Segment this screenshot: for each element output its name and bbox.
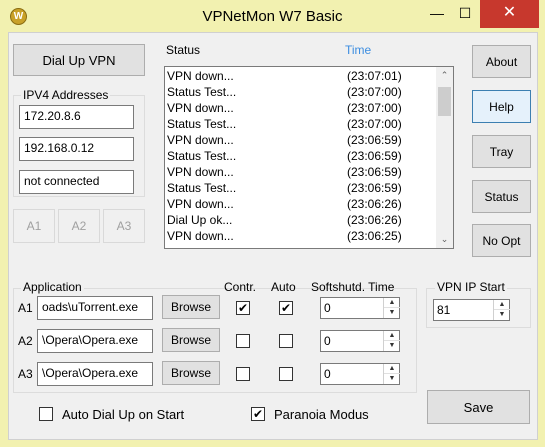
- status-log-list[interactable]: VPN down... (23:07:01) Status Test... (23:…: [164, 66, 454, 249]
- softshutd-time-spinner[interactable]: 0 ▲ ▼: [320, 363, 400, 385]
- title-bar: W VPNetMon W7 Basic — ☐ ✕: [0, 0, 545, 32]
- help-button[interactable]: Help: [472, 90, 531, 123]
- auto-header: Auto: [271, 280, 296, 294]
- about-button[interactable]: About: [472, 45, 531, 78]
- paranoia-label: Paranoia Modus: [274, 407, 369, 422]
- contr-checkbox[interactable]: [236, 367, 250, 381]
- spin-down-icon[interactable]: ▼: [384, 374, 400, 384]
- log-row: Status Test... (23:07:00): [167, 85, 402, 99]
- vpn-ip-start-spinner[interactable]: 81 ▲ ▼: [433, 299, 510, 321]
- softshutd-time-header: Softshutd. Time: [311, 280, 395, 294]
- dial-up-vpn-button[interactable]: Dial Up VPN: [13, 44, 145, 76]
- spin-up-icon[interactable]: ▲: [384, 364, 400, 374]
- scroll-thumb[interactable]: [438, 87, 451, 116]
- no-opt-button[interactable]: No Opt: [472, 224, 531, 257]
- maximize-button[interactable]: ☐: [451, 0, 479, 28]
- a1-button[interactable]: A1: [13, 209, 55, 243]
- status-button[interactable]: Status: [472, 180, 531, 213]
- log-row: VPN down... (23:06:59): [167, 133, 402, 147]
- auto-dial-label: Auto Dial Up on Start: [62, 407, 185, 422]
- log-scrollbar[interactable]: ⌃ ⌄: [436, 67, 453, 248]
- spin-up-icon[interactable]: ▲: [384, 331, 400, 341]
- log-row: Status Test... (23:07:00): [167, 117, 402, 131]
- main-panel: Dial Up VPN IPV4 Addresses 172.20.8.6 19…: [8, 32, 538, 440]
- ipv4-group-label: IPV4 Addresses: [21, 88, 111, 102]
- log-row: VPN down... (23:06:26): [167, 197, 402, 211]
- time-header: Time: [345, 43, 372, 57]
- log-row: VPN down... (23:06:59): [167, 165, 402, 179]
- scroll-up-icon[interactable]: ⌃: [436, 67, 453, 84]
- paranoia-checkbox[interactable]: ✔: [251, 407, 265, 421]
- log-row: VPN down... (23:07:01): [167, 69, 402, 83]
- app-row-id: A2: [18, 334, 33, 348]
- browse-button[interactable]: Browse: [162, 361, 220, 385]
- softshutd-time-spinner[interactable]: 0 ▲ ▼: [320, 330, 400, 352]
- contr-header: Contr.: [224, 280, 257, 294]
- vpn-ip-start-label: VPN IP Start: [435, 280, 507, 294]
- close-button[interactable]: ✕: [480, 0, 539, 28]
- ipv4-address-1[interactable]: 172.20.8.6: [19, 105, 134, 129]
- spin-down-icon[interactable]: ▼: [494, 310, 510, 320]
- app-row-id: A1: [18, 301, 33, 315]
- spin-up-icon[interactable]: ▲: [384, 298, 400, 308]
- log-row: Status Test... (23:06:59): [167, 149, 402, 163]
- status-header: Status: [166, 43, 201, 57]
- auto-checkbox[interactable]: ✔: [279, 301, 293, 315]
- log-row: VPN down... (23:07:00): [167, 101, 402, 115]
- auto-dial-checkbox[interactable]: [39, 407, 53, 421]
- a2-button[interactable]: A2: [58, 209, 100, 243]
- save-button[interactable]: Save: [427, 390, 530, 424]
- auto-checkbox[interactable]: [279, 367, 293, 381]
- log-row: Dial Up ok... (23:06:26): [167, 213, 402, 227]
- app-row-id: A3: [18, 367, 33, 381]
- browse-button[interactable]: Browse: [162, 328, 220, 352]
- log-row: Status Test... (23:06:59): [167, 181, 402, 195]
- auto-checkbox[interactable]: [279, 334, 293, 348]
- ipv4-address-2[interactable]: 192.168.0.12: [19, 137, 134, 161]
- browse-button[interactable]: Browse: [162, 295, 220, 319]
- softshutd-time-spinner[interactable]: 0 ▲ ▼: [320, 297, 400, 319]
- spin-down-icon[interactable]: ▼: [384, 308, 400, 318]
- spin-down-icon[interactable]: ▼: [384, 341, 400, 351]
- app-path-field[interactable]: \Opera\Opera.exe: [37, 329, 153, 353]
- app-path-field[interactable]: \Opera\Opera.exe: [37, 362, 153, 386]
- scroll-down-icon[interactable]: ⌄: [436, 231, 453, 248]
- application-label: Application: [21, 280, 84, 294]
- spin-up-icon[interactable]: ▲: [494, 300, 510, 310]
- tray-button[interactable]: Tray: [472, 135, 531, 168]
- minimize-button[interactable]: —: [423, 0, 451, 28]
- ipv4-address-3[interactable]: not connected: [19, 170, 134, 194]
- log-row: VPN down... (23:06:25): [167, 229, 402, 243]
- contr-checkbox[interactable]: ✔: [236, 301, 250, 315]
- app-path-field[interactable]: oads\uTorrent.exe: [37, 296, 153, 320]
- a3-button[interactable]: A3: [103, 209, 145, 243]
- contr-checkbox[interactable]: [236, 334, 250, 348]
